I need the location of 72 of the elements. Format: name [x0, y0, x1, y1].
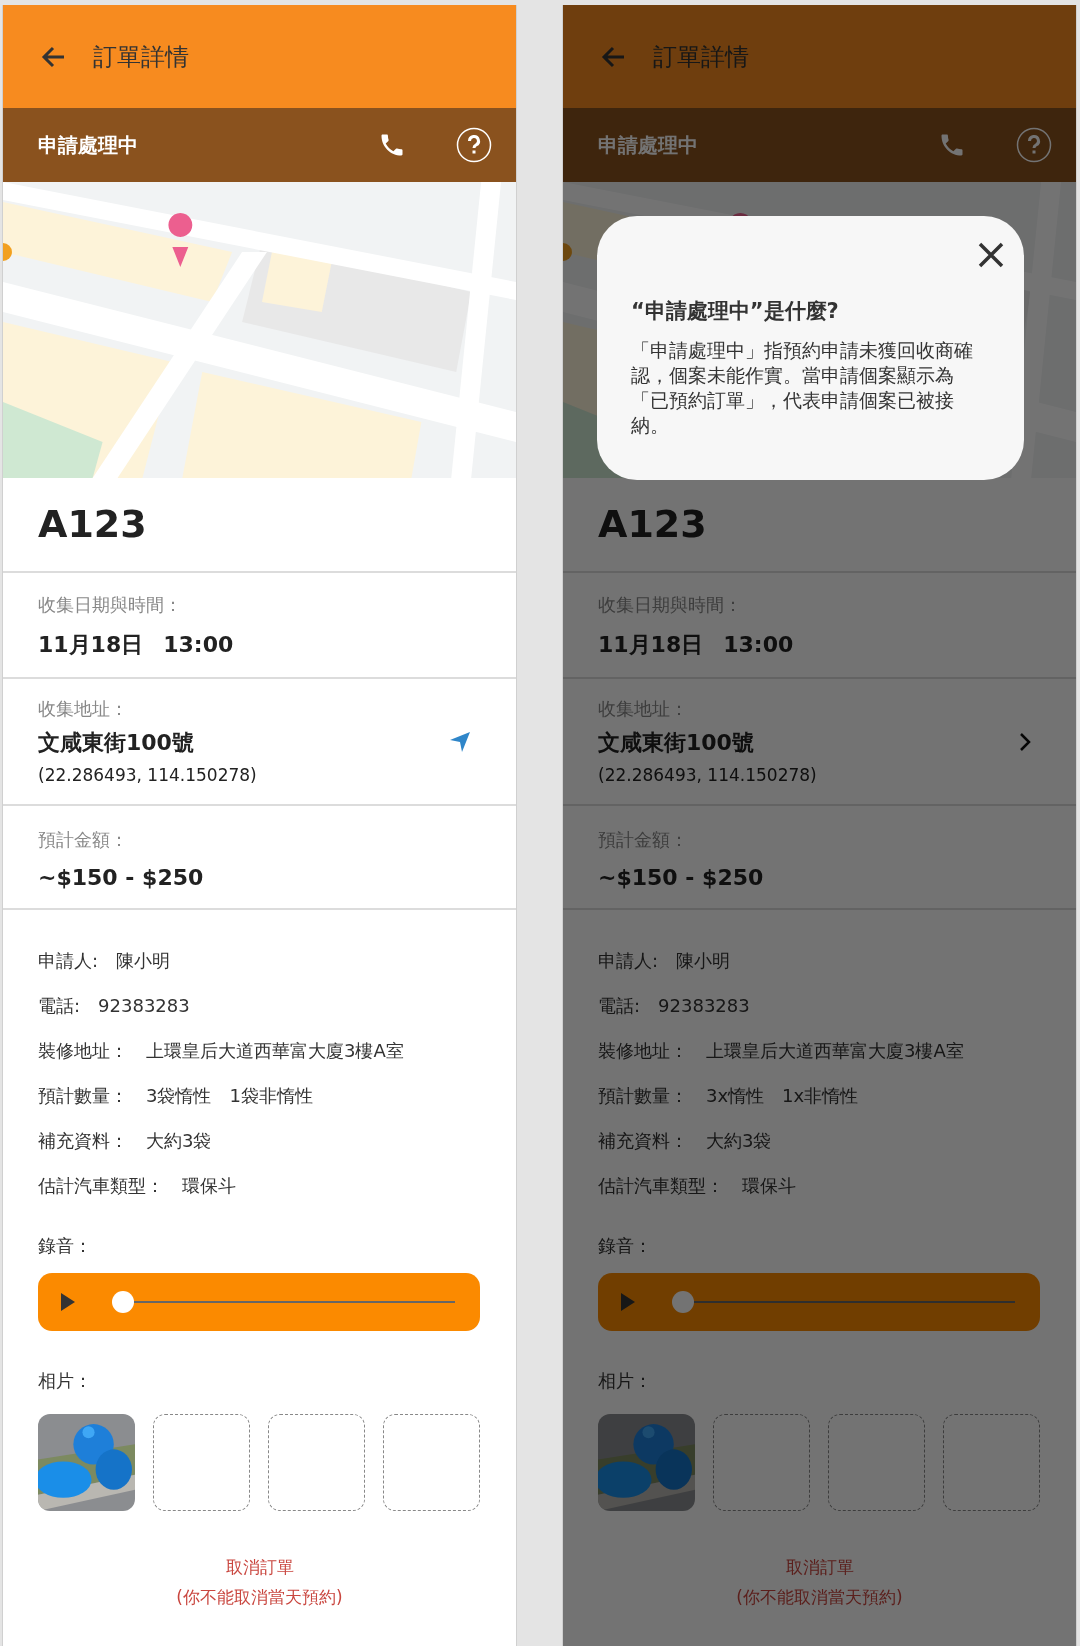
help-icon[interactable]: [1016, 127, 1052, 163]
detail-label: 電話:: [598, 994, 641, 1018]
detail-label: 裝修地址：: [38, 1039, 128, 1063]
help-icon[interactable]: [456, 127, 492, 163]
detail-value: 3袋惰性: [146, 1084, 212, 1108]
detail-value: 92383283: [98, 994, 190, 1018]
detail-value: 1x非惰性: [782, 1084, 859, 1108]
audio-slider[interactable]: [672, 1291, 1015, 1313]
audio-slider[interactable]: [112, 1291, 455, 1313]
field-label: 收集地址：: [38, 697, 129, 721]
detail-value: 環保斗: [742, 1174, 796, 1198]
navigation-arrow-icon[interactable]: [449, 730, 471, 753]
detail-label: 申請人:: [598, 949, 659, 973]
collection-date: 11月18日: [598, 631, 704, 659]
detail-label: 補充資料：: [38, 1129, 128, 1153]
detail-value: 92383283: [658, 994, 750, 1018]
detail-value: 環保斗: [182, 1174, 236, 1198]
close-icon[interactable]: [978, 242, 1004, 268]
collection-date: 11月18日: [38, 631, 144, 659]
field-label: 預計金額：: [38, 828, 129, 852]
photos-label: 相片：: [598, 1369, 653, 1393]
cancel-order-link[interactable]: 取消訂單: [225, 1555, 294, 1581]
detail-label: 預計數量：: [38, 1084, 128, 1108]
empty-photo-slot[interactable]: [383, 1414, 480, 1511]
detail-label: 電話:: [38, 994, 81, 1018]
page-title: 訂單詳情: [653, 41, 749, 73]
collection-time: 13:00: [723, 631, 794, 659]
detail-label: 補充資料：: [598, 1129, 688, 1153]
recording-label: 錄音：: [38, 1234, 93, 1258]
play-icon[interactable]: [60, 1292, 76, 1312]
detail-value: 大約3袋: [706, 1129, 772, 1153]
empty-photo-slot[interactable]: [943, 1414, 1040, 1511]
detail-label: 申請人:: [38, 949, 99, 973]
detail-value: 陳小明: [676, 949, 731, 973]
back-arrow-icon[interactable]: [41, 45, 65, 68]
photos-label: 相片：: [38, 1369, 93, 1393]
estimate-value: ~$150 - $250: [38, 864, 205, 892]
detail-value: 上環皇后大道西華富大廈3樓A室: [146, 1039, 404, 1063]
address-value: 文咸東街100號: [598, 729, 755, 757]
detail-label: 裝修地址：: [598, 1039, 688, 1063]
address-coordinates: (22.286493, 114.150278): [598, 764, 818, 787]
field-label: 收集日期與時間：: [38, 593, 183, 617]
cancel-note: (你不能取消當天預約): [736, 1585, 903, 1609]
detail-value: 大約3袋: [146, 1129, 212, 1153]
cancel-order-link[interactable]: 取消訂單: [785, 1555, 854, 1581]
address-value: 文咸東街100號: [38, 729, 195, 757]
empty-photo-slot[interactable]: [153, 1414, 250, 1511]
order-number: A123: [598, 501, 707, 548]
detail-value: 陳小明: [116, 949, 171, 973]
dialog-message: 「申請處理中」指預約申請未獲回收商確認，個案未能作實。當申請個案顯示為「已預約訂單」，代表申請個案已被接納。: [631, 337, 974, 438]
page-title: 訂單詳情: [93, 41, 189, 73]
cancel-note: (你不能取消當天預約): [176, 1585, 343, 1609]
recording-label: 錄音：: [598, 1234, 653, 1258]
address-coordinates: (22.286493, 114.150278): [38, 764, 258, 787]
dialog-title: “申請處理中”是什麼?: [631, 298, 840, 325]
detail-value: 1袋非惰性: [229, 1084, 313, 1108]
status-label: 申請處理中: [38, 132, 138, 159]
detail-value: 3x惰性: [706, 1084, 765, 1108]
slider-thumb[interactable]: [672, 1291, 694, 1313]
status-label: 申請處理中: [598, 132, 698, 159]
collection-time: 13:00: [163, 631, 234, 659]
order-number: A123: [38, 501, 147, 548]
detail-label: 估計汽車類型：: [598, 1174, 724, 1198]
estimate-value: ~$150 - $250: [598, 864, 765, 892]
empty-photo-slot[interactable]: [828, 1414, 925, 1511]
chevron-right-icon[interactable]: [1019, 731, 1031, 752]
detail-label: 預計數量：: [598, 1084, 688, 1108]
empty-photo-slot[interactable]: [713, 1414, 810, 1511]
empty-photo-slot[interactable]: [268, 1414, 365, 1511]
slider-thumb[interactable]: [112, 1291, 134, 1313]
detail-label: 估計汽車類型：: [38, 1174, 164, 1198]
detail-value: 上環皇后大道西華富大廈3樓A室: [706, 1039, 964, 1063]
